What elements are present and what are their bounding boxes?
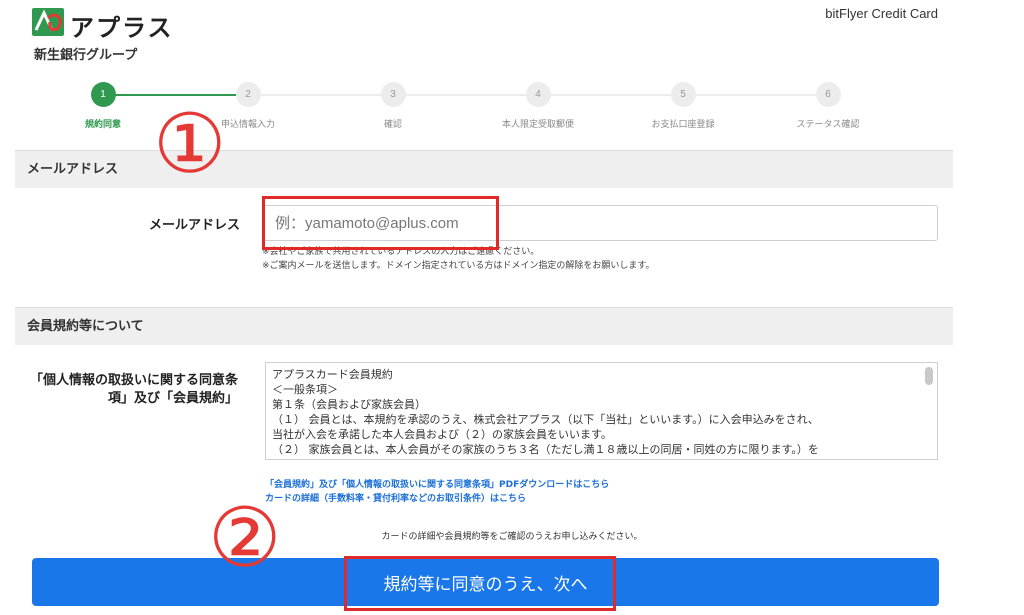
email-note: ※会社やご家族で共用されているアドレスの入力はご遠慮ください。 <box>262 247 540 257</box>
logo-subtitle: 新生銀行グループ <box>34 48 138 63</box>
step-5: 5 お支払口座登録 <box>613 82 753 130</box>
step-label: お支払口座登録 <box>651 120 715 130</box>
email-note: ※ご案内メールを送信します。ドメイン指定されている方はドメイン指定の解除をお願い… <box>262 261 655 271</box>
terms-section-header: 会員規約等について <box>15 307 953 345</box>
terms-text-line: 当社が入会を承諾した本人会員および（２）の家族会員をいいます。 <box>272 428 612 441</box>
step-number: 1 <box>90 82 116 107</box>
step-number: 4 <box>525 82 551 107</box>
terms-label-line: 項」及び「会員規約」 <box>107 391 238 406</box>
logo-text: アプラス <box>70 14 174 42</box>
terms-scrollbar[interactable] <box>925 367 933 385</box>
annotation-number-two: ② <box>208 491 282 586</box>
confirm-hint: カードの詳細や会員規約等をご確認のうえお申し込みください。 <box>381 532 643 542</box>
terms-text-line: ＜一般条項＞ <box>272 383 338 396</box>
step-number: 2 <box>235 82 261 107</box>
step-1: 1 規約同意 <box>33 82 173 130</box>
terms-text-line: （１） 会員とは、本規約を承認のうえ、株式会社アプラス（以下「当社」といいます。… <box>272 413 819 426</box>
terms-scroll-box[interactable]: アプラスカード会員規約 ＜一般条項＞ 第１条（会員および家族会員） （１） 会員… <box>265 362 938 460</box>
terms-label-line: 「個人情報の取扱いに関する同意条 <box>29 373 238 388</box>
agree-next-button-label: 規約等に同意のうえ、次へ <box>383 574 588 595</box>
brand-name: bitFlyer Credit Card <box>825 6 938 21</box>
terms-text-line: アプラスカード会員規約 <box>272 368 393 381</box>
terms-pdf-link[interactable]: 「会員規約」及び「個人情報の取扱いに関する同意条項」PDFダウンロードはこちら <box>265 477 609 490</box>
aplus-logo-icon <box>32 8 64 36</box>
step-6: 6 ステータス確認 <box>758 82 898 130</box>
step-number: 6 <box>815 82 841 107</box>
step-label: ステータス確認 <box>796 120 860 130</box>
terms-text-line: （２） 家族会員とは、本人会員がその家族のうち３名（ただし満１８歳以上の同居・同… <box>272 443 819 456</box>
step-label: 本人限定受取郵便 <box>501 120 574 130</box>
step-4: 4 本人限定受取郵便 <box>468 82 608 130</box>
card-details-link[interactable]: カードの詳細（手数料率・貸付利率などのお取引条件）はこちら <box>265 491 526 504</box>
agree-next-button[interactable]: 規約等に同意のうえ、次へ <box>32 558 939 606</box>
step-number: 3 <box>380 82 406 107</box>
email-label: メールアドレス <box>148 218 240 233</box>
email-input[interactable] <box>262 205 938 241</box>
step-3: 3 確認 <box>323 82 463 130</box>
terms-text-line: 第１条（会員および家族会員） <box>272 398 426 411</box>
step-label: 確認 <box>383 120 402 130</box>
annotation-number-one: ① <box>153 97 227 192</box>
terms-label: 「個人情報の取扱いに関する同意条 項」及び「会員規約」 <box>20 372 238 408</box>
step-number: 5 <box>670 82 696 107</box>
step-label: 規約同意 <box>84 120 121 130</box>
